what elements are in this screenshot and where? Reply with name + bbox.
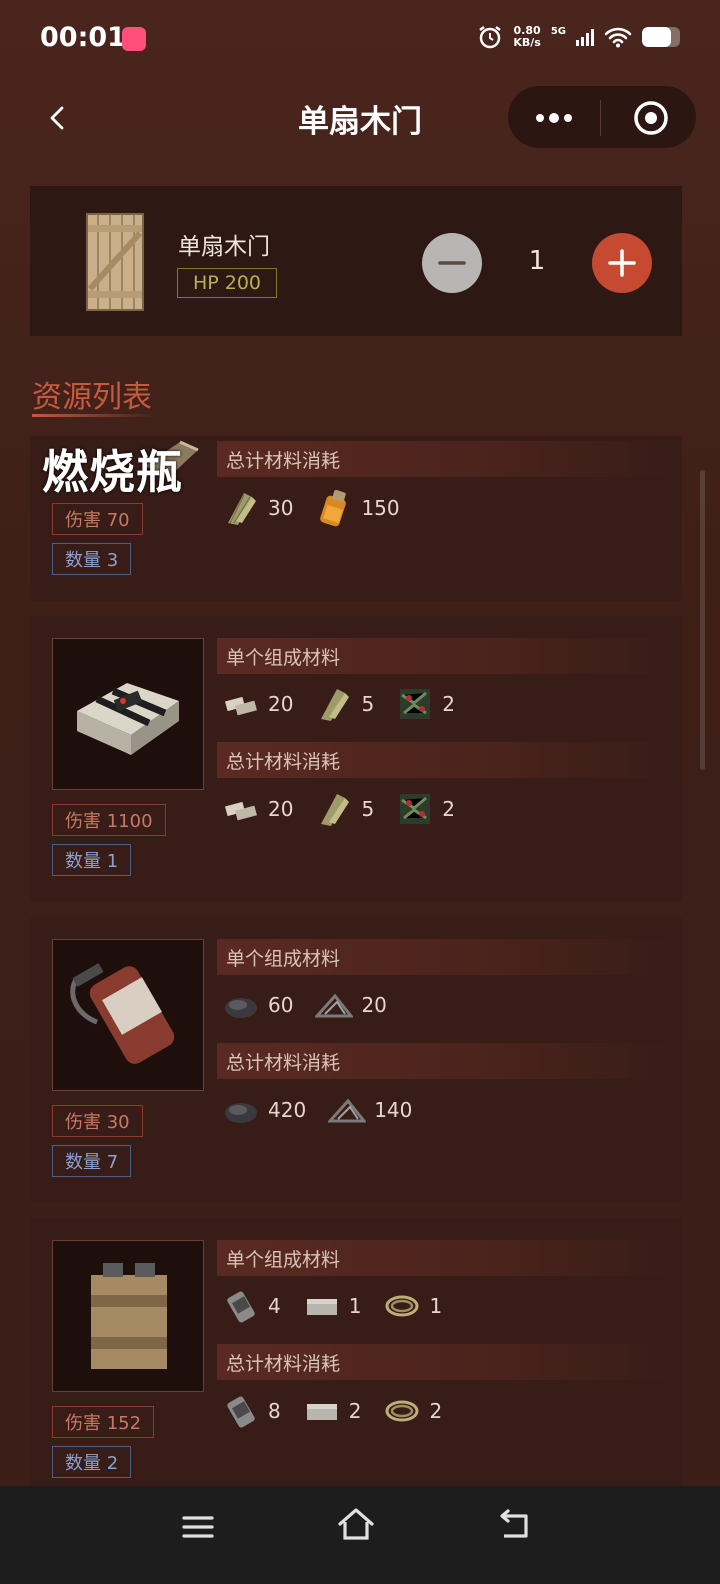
wooden-door-image xyxy=(86,213,144,311)
material-cloth: 5 xyxy=(315,790,374,828)
menu-icon[interactable] xyxy=(180,1512,216,1542)
total-materials-row: 8 2 2 xyxy=(222,1391,464,1431)
metal-box-icon xyxy=(306,1299,337,1315)
status-icons: 0.80 KB/s 5G xyxy=(477,24,680,50)
network-type: 5G xyxy=(550,25,566,37)
plus-icon xyxy=(608,249,636,277)
back-nav-icon[interactable] xyxy=(496,1508,534,1542)
material-metal-box: 1 xyxy=(303,1287,361,1325)
satchel-charge-icon xyxy=(91,1263,167,1369)
total-materials-row: 30 150 xyxy=(222,488,422,528)
explosives-icon xyxy=(225,801,257,821)
total-materials-header: 总计材料消耗 xyxy=(217,1344,682,1380)
minus-icon xyxy=(438,261,466,265)
material-metal-fragments: 20 xyxy=(315,986,387,1024)
total-materials-header: 总计材料消耗 xyxy=(217,441,682,477)
total-materials-header: 总计材料消耗 xyxy=(217,1043,682,1079)
quantity-value: 1 xyxy=(528,246,546,276)
beancan-grenade-icon xyxy=(70,963,175,1064)
decrease-quantity-button[interactable] xyxy=(422,233,482,293)
damage-badge: 伤害 70 xyxy=(52,503,143,535)
count-badge: 数量 1 xyxy=(52,844,132,876)
material-rope: 2 xyxy=(383,1392,442,1430)
material-low-grade-fuel: 150 xyxy=(315,489,400,527)
close-target-icon[interactable] xyxy=(632,99,670,137)
home-icon[interactable] xyxy=(336,1506,376,1544)
c4-explosive-icon xyxy=(77,683,179,755)
single-materials-header: 单个组成材料 xyxy=(217,1240,682,1276)
more-icon[interactable] xyxy=(533,108,577,128)
gunpowder-icon xyxy=(225,998,257,1018)
hp-badge: HP 200 xyxy=(177,268,277,298)
cloth-icon xyxy=(321,794,350,826)
app-notification-icon xyxy=(122,27,146,51)
rope-icon xyxy=(385,1400,419,1422)
metal-box-icon xyxy=(306,1404,337,1420)
section-underline xyxy=(32,414,156,417)
damage-badge: 伤害 1100 xyxy=(52,804,166,836)
c4-image xyxy=(52,638,204,790)
explosives-icon xyxy=(225,696,257,716)
rope-icon xyxy=(385,1295,419,1317)
material-tech-trash: 2 xyxy=(396,790,455,828)
count-badge: 数量 3 xyxy=(52,543,132,575)
single-materials-header: 单个组成材料 xyxy=(217,939,682,975)
overlay-item-label: 燃烧瓶 xyxy=(42,445,183,499)
satchel-charge-image xyxy=(52,1240,204,1392)
total-materials-row: 20 5 2 xyxy=(222,789,477,829)
total-materials-row: 420 140 xyxy=(222,1090,434,1130)
item-name: 单扇木门 xyxy=(178,234,270,260)
metal-fragments-icon xyxy=(328,1098,367,1123)
gunpowder-icon xyxy=(225,1103,257,1123)
low-grade-fuel-icon xyxy=(320,489,347,527)
cloth-icon xyxy=(228,493,256,525)
tech-trash-icon xyxy=(400,794,431,824)
capsule-divider xyxy=(600,100,601,136)
single-materials-row: 4 1 1 xyxy=(222,1286,464,1326)
signal-icon xyxy=(576,28,594,46)
damage-badge: 伤害 152 xyxy=(52,1406,155,1438)
material-gunpowder: 60 xyxy=(222,986,293,1024)
material-explosives: 20 xyxy=(222,685,293,723)
increase-quantity-button[interactable] xyxy=(592,233,652,293)
material-cloth: 5 xyxy=(315,685,374,723)
material-metal-box: 2 xyxy=(303,1392,361,1430)
beancan-grenade-image xyxy=(52,939,204,1091)
single-materials-row: 20 5 2 xyxy=(222,684,477,724)
material-gunpowder: 420 xyxy=(222,1091,306,1129)
wifi-icon xyxy=(604,27,632,48)
material-tech-trash: 2 xyxy=(396,685,455,723)
material-beancan-grenade: 8 xyxy=(222,1392,281,1430)
count-badge: 数量 2 xyxy=(52,1446,132,1478)
single-materials-row: 60 20 xyxy=(222,985,409,1025)
damage-badge: 伤害 30 xyxy=(52,1105,143,1137)
metal-fragments-icon xyxy=(315,993,354,1018)
total-materials-header: 总计材料消耗 xyxy=(217,742,682,778)
tech-trash-icon xyxy=(400,689,431,719)
material-metal-fragments: 140 xyxy=(328,1091,412,1129)
material-beancan-grenade: 4 xyxy=(222,1287,281,1325)
battery-icon xyxy=(642,27,680,47)
alarm-icon xyxy=(479,26,502,49)
net-speed: 0.80 KB/s xyxy=(513,24,541,49)
material-explosives: 20 xyxy=(222,790,293,828)
section-title: 资源列表 xyxy=(32,380,152,415)
scrollbar[interactable] xyxy=(700,470,705,770)
cloth-icon xyxy=(321,689,350,721)
count-badge: 数量 7 xyxy=(52,1145,132,1177)
single-materials-header: 单个组成材料 xyxy=(217,638,682,674)
status-time: 00:01 xyxy=(40,22,126,53)
material-cloth: 30 xyxy=(222,489,293,527)
material-rope: 1 xyxy=(383,1287,442,1325)
beancan-grenade-icon xyxy=(227,1396,255,1428)
beancan-grenade-icon xyxy=(227,1291,255,1323)
